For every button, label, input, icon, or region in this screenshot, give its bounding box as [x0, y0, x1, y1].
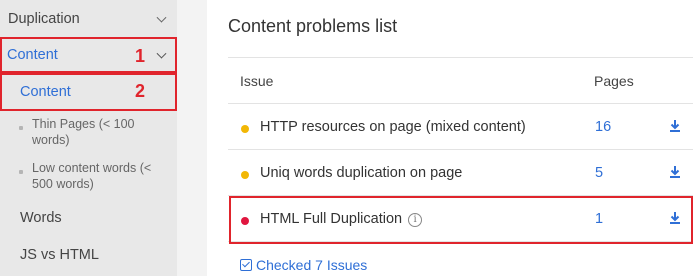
sidebar-item-label: Duplication	[8, 11, 80, 27]
chevron-down-icon	[156, 12, 167, 23]
checked-issues-link[interactable]: Checked 7 Issues	[240, 257, 367, 273]
sidebar-item-words[interactable]: Words	[0, 200, 177, 236]
sidebar-item-label: Thin Pages (< 100 words)	[32, 117, 135, 147]
checked-issues-label: Checked 7 Issues	[256, 257, 368, 273]
table-header: Issue Pages	[228, 57, 693, 104]
table-row[interactable]: HTML Full Duplication i 1	[228, 196, 693, 242]
sidebar-item-label: Content	[7, 47, 58, 63]
issues-table: Issue Pages HTTP resources on page (mixe…	[228, 57, 693, 242]
issue-label: HTML Full Duplication	[260, 211, 403, 227]
checkbox-icon	[240, 259, 252, 271]
sidebar-item-label: Low content words (< 500 words)	[32, 161, 152, 191]
sidebar-item-content-group[interactable]: Content	[0, 38, 177, 72]
table-row[interactable]: HTTP resources on page (mixed content) 1…	[228, 104, 693, 150]
annotation-number-1: 1	[135, 46, 146, 66]
status-dot-error	[241, 217, 249, 225]
info-icon[interactable]: i	[408, 213, 423, 227]
page-title: Content problems list	[228, 16, 398, 36]
download-icon[interactable]	[668, 118, 682, 134]
download-icon[interactable]	[668, 164, 682, 180]
sidebar-item-duplication[interactable]: Duplication	[0, 0, 177, 38]
column-header-issue[interactable]: Issue	[240, 73, 273, 89]
issue-name[interactable]: HTML Full Duplication i	[260, 211, 423, 227]
sidebar-item-label: Content	[20, 84, 71, 100]
sidebar-item-label: Words	[20, 210, 62, 226]
sidebar-gutter	[177, 0, 207, 276]
status-dot-warning	[241, 171, 249, 179]
sidebar-item-js-vs-html[interactable]: JS vs HTML	[0, 237, 177, 273]
issue-name[interactable]: HTTP resources on page (mixed content)	[260, 119, 526, 135]
sidebar-item-label: JS vs HTML	[20, 247, 99, 263]
download-icon[interactable]	[668, 210, 682, 226]
chevron-down-icon	[156, 48, 167, 59]
column-header-pages[interactable]: Pages	[594, 73, 634, 89]
annotation-number-2: 2	[135, 81, 146, 101]
bullet-icon	[19, 170, 23, 174]
pages-count-link[interactable]: 5	[595, 165, 603, 181]
sidebar-item-content[interactable]: Content	[0, 74, 177, 110]
status-dot-warning	[241, 125, 249, 133]
pages-count-link[interactable]: 1	[595, 211, 603, 227]
table-row[interactable]: Uniq words duplication on page 5	[228, 150, 693, 196]
bullet-icon	[19, 126, 23, 130]
sidebar-item-thin-pages[interactable]: Thin Pages (< 100 words)	[19, 116, 170, 148]
pages-count-link[interactable]: 16	[595, 119, 611, 135]
issue-name[interactable]: Uniq words duplication on page	[260, 165, 462, 181]
sidebar-item-low-content[interactable]: Low content words (< 500 words)	[19, 160, 170, 192]
sidebar: Duplication Content Content Thin Pages (…	[0, 0, 177, 276]
main-panel: Content problems list Issue Pages HTTP r…	[207, 0, 693, 276]
